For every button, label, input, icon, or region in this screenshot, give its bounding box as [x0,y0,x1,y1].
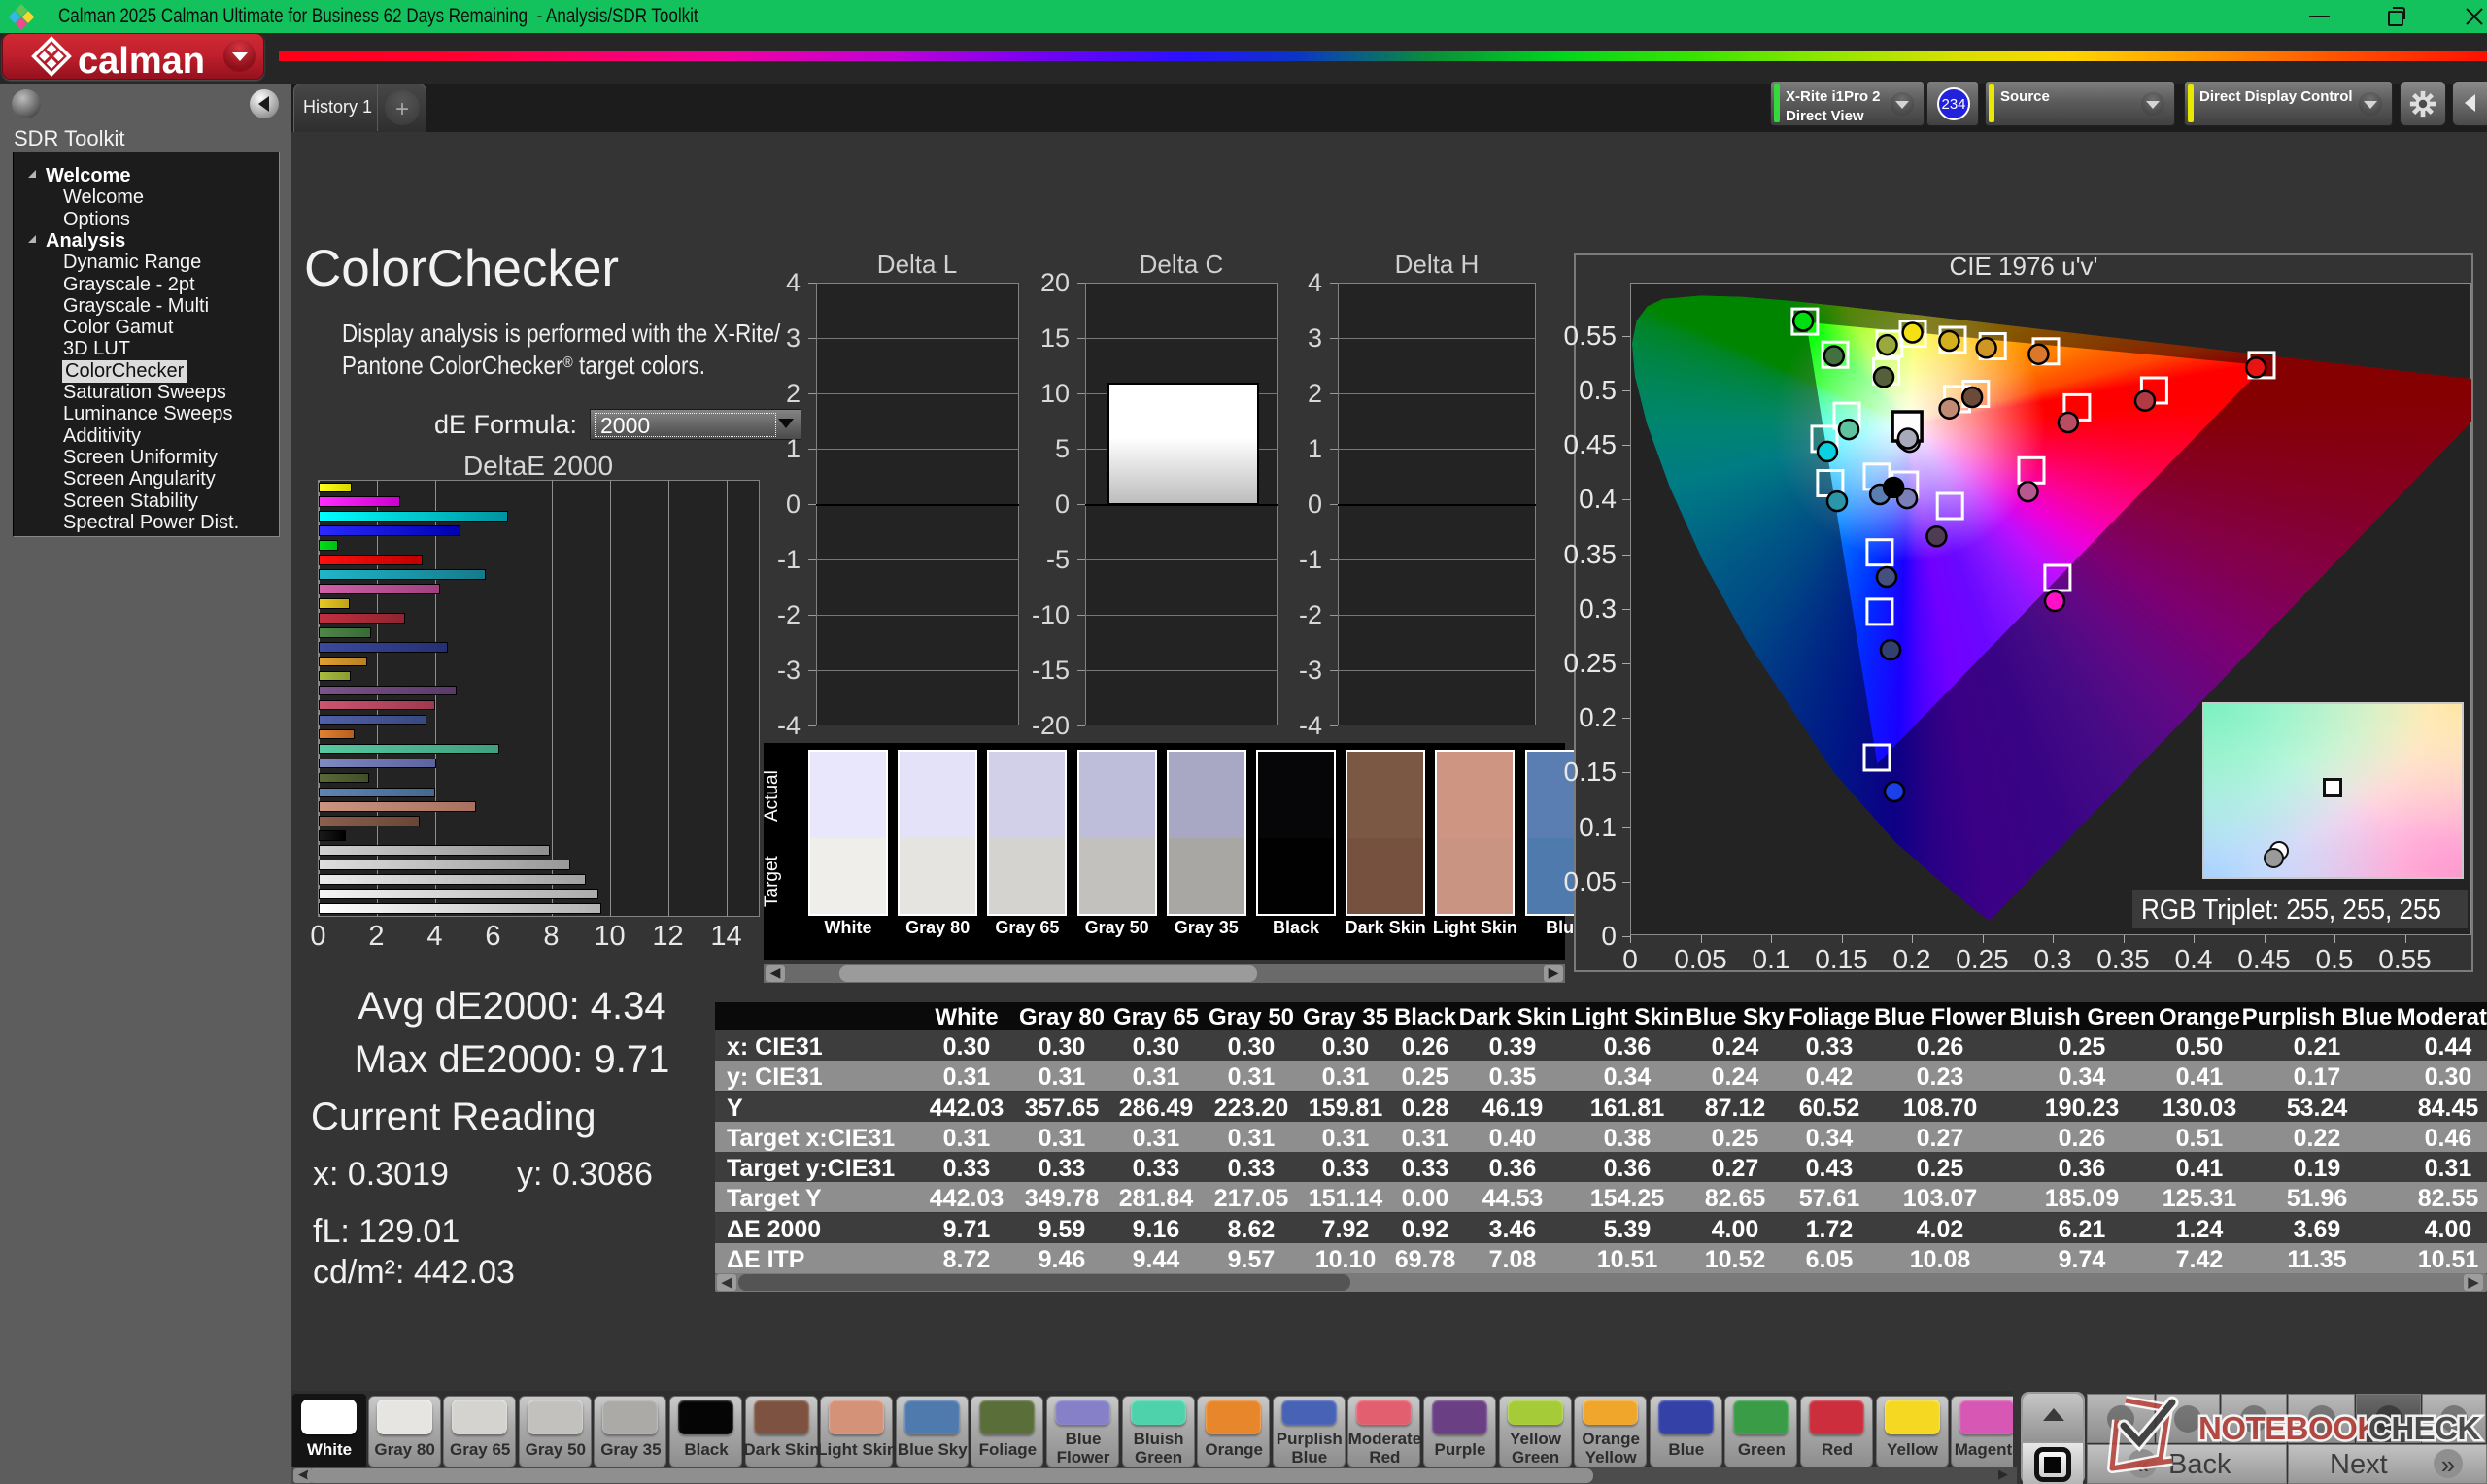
svg-text:CHECK: CHECK [2368,1410,2481,1446]
svg-text:NOTEBOOK: NOTEBOOK [2198,1410,2380,1446]
